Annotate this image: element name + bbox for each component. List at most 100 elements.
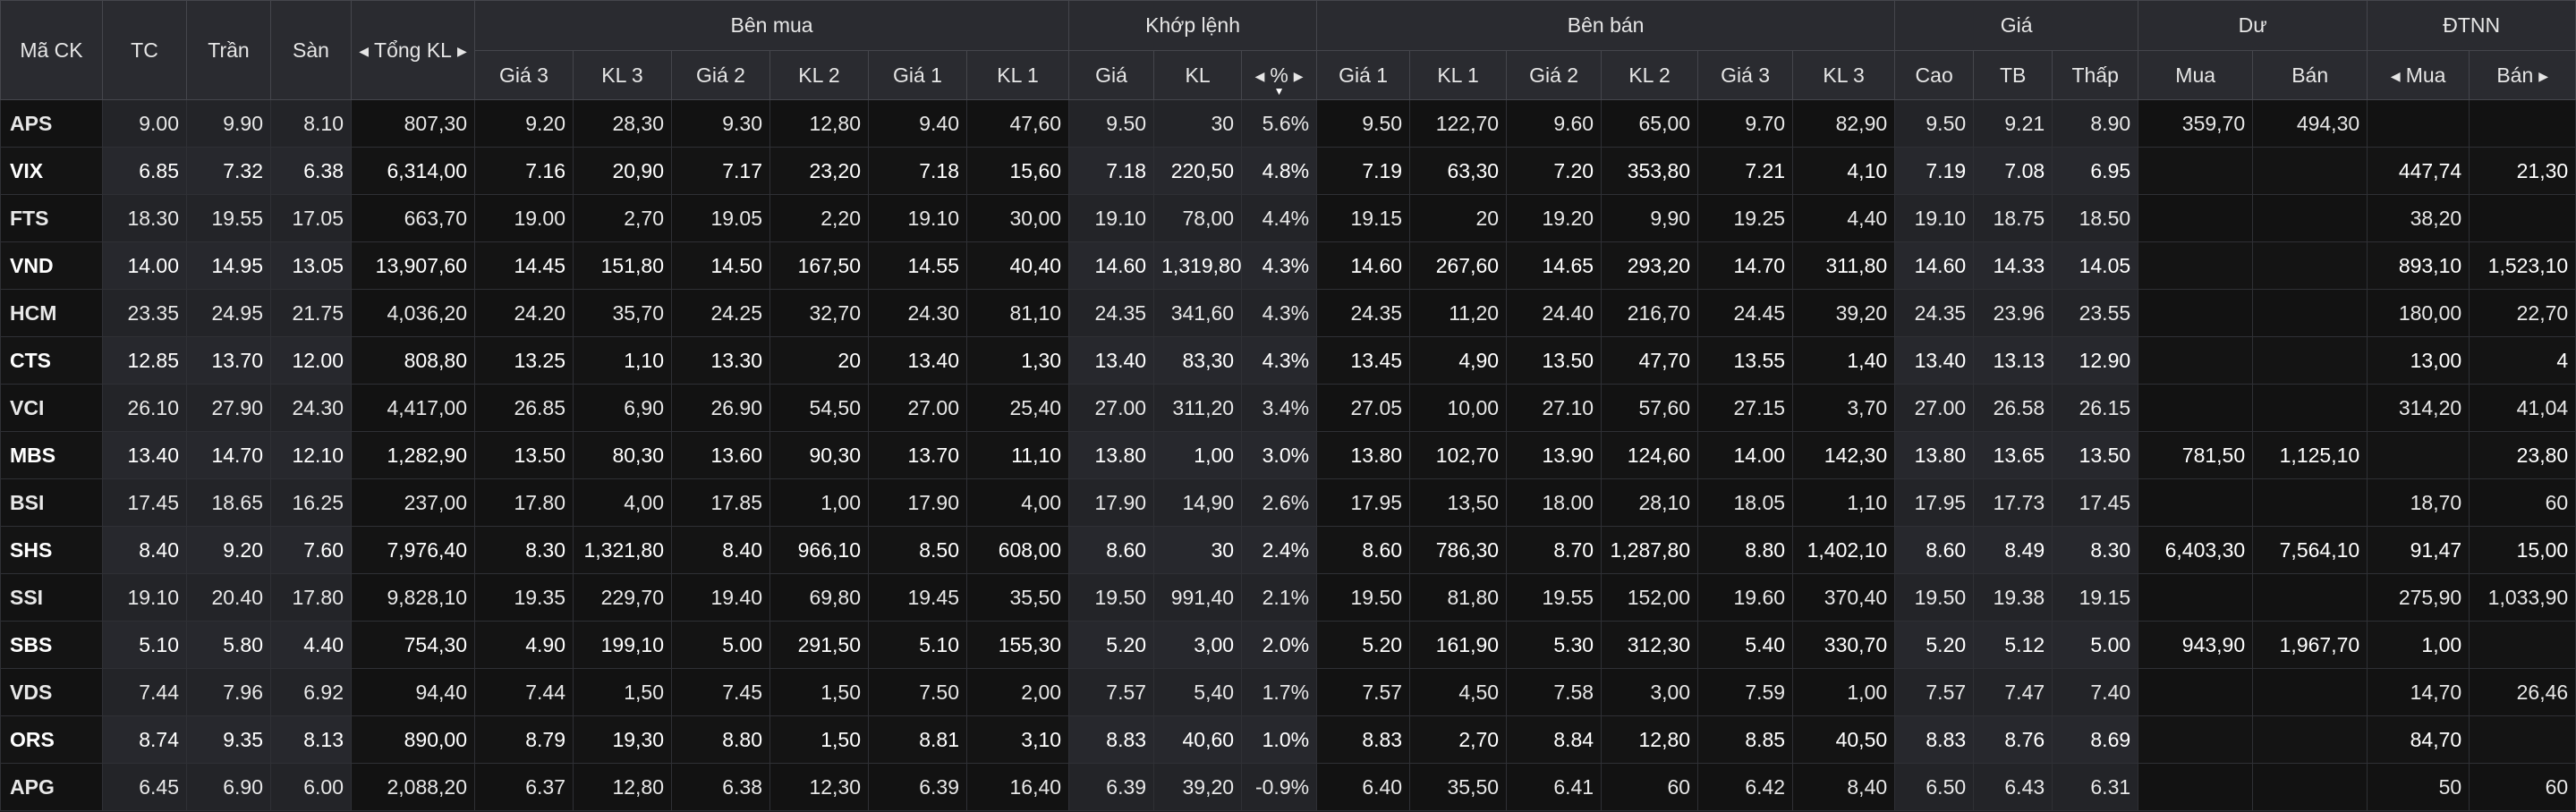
match-vol-cell: 78,00: [1153, 194, 1243, 242]
col-sell-vol-2[interactable]: KL 2: [1601, 50, 1699, 100]
table-row[interactable]: FTS 18.30 19.55 17.05 663,70 19.00 2,70 19.05 2,…: [0, 194, 2576, 242]
table-row[interactable]: MBS 13.40 14.70 12.10 1,282,90 13.50 80,30 13.6…: [0, 431, 2576, 479]
caret-left-icon[interactable]: ◀: [1255, 69, 1265, 84]
table-row[interactable]: ORS 8.74 9.35 8.13 890,00 8.79 19,30 8.80 1,50 8.…: [0, 715, 2576, 764]
residual-sell-cell: [2252, 194, 2368, 242]
foreign-buy-cell: 14,70: [2367, 668, 2470, 716]
high-price-cell: 14.60: [1894, 241, 1975, 290]
col-symbol[interactable]: Mã CK: [0, 0, 103, 100]
col-ref[interactable]: TC: [102, 0, 187, 100]
col-residual-sell[interactable]: Bán: [2252, 50, 2368, 100]
table-row[interactable]: VDS 7.44 7.96 6.92 94,40 7.44 1,50 7.45 1,50 7.50…: [0, 668, 2576, 716]
buy-price-1-cell: 14.55: [868, 241, 967, 290]
col-match-vol[interactable]: KL: [1153, 50, 1243, 100]
symbol-cell[interactable]: HCM: [0, 289, 103, 337]
low-price-cell: 8.30: [2052, 526, 2139, 574]
symbol-cell[interactable]: BSI: [0, 478, 103, 527]
table-row[interactable]: SSI 19.10 20.40 17.80 9,828,10 19.35 229,70 19.…: [0, 573, 2576, 622]
symbol-cell[interactable]: MBS: [0, 431, 103, 479]
high-price-cell: 8.60: [1894, 526, 1975, 574]
col-sell-price-3[interactable]: Giá 3: [1697, 50, 1794, 100]
table-row[interactable]: HCM 23.35 24.95 21.75 4,036,20 24.20 35,70 24.2…: [0, 289, 2576, 337]
sell-price-2-cell: 5.30: [1506, 621, 1603, 669]
buy-vol-1-cell: 15,60: [965, 147, 1070, 195]
col-foreign-sell[interactable]: Bán ▶: [2469, 50, 2576, 100]
col-ceiling[interactable]: Trần: [186, 0, 271, 100]
symbol-cell[interactable]: APG: [0, 763, 103, 811]
match-vol-cell: 3,00: [1153, 621, 1243, 669]
table-row[interactable]: VCI 26.10 27.90 24.30 4,417,00 26.85 6,90 26.90…: [0, 384, 2576, 432]
table-row[interactable]: APS 9.00 9.90 8.10 807,30 9.20 28,30 9.30 12,80 9…: [0, 99, 2576, 148]
buy-price-3-cell: 7.16: [474, 147, 574, 195]
symbol-cell[interactable]: SHS: [0, 526, 103, 574]
col-sell-price-1[interactable]: Giá 1: [1316, 50, 1411, 100]
symbol-cell[interactable]: VCI: [0, 384, 103, 432]
avg-price-cell: 8.49: [1973, 526, 2053, 574]
symbol-cell[interactable]: VIX: [0, 147, 103, 195]
col-match-price[interactable]: Giá: [1068, 50, 1155, 100]
floor-price-cell: 12.10: [270, 431, 352, 479]
buy-vol-3-cell: 19,30: [573, 715, 672, 764]
col-buy-vol-1[interactable]: KL 1: [965, 50, 1070, 100]
foreign-buy-cell: 893,10: [2367, 241, 2470, 290]
col-match-pct[interactable]: ◀% ▶ ▼: [1241, 50, 1318, 100]
buy-vol-1-cell: 40,40: [965, 241, 1070, 290]
symbol-cell[interactable]: CTS: [0, 336, 103, 385]
col-buy-vol-2[interactable]: KL 2: [769, 50, 869, 100]
col-foreign-buy[interactable]: ◀ Mua: [2367, 50, 2470, 100]
table-row[interactable]: SHS 8.40 9.20 7.60 7,976,40 8.30 1,321,80 8.40 9…: [0, 526, 2576, 574]
buy-price-1-cell: 7.18: [868, 147, 967, 195]
buy-price-1-cell: 27.00: [868, 384, 967, 432]
col-buy-price-1[interactable]: Giá 1: [868, 50, 967, 100]
header-row-groups: Mã CK TC Trần Sàn ◀ Tổng KL ▶ Bên mua Khớp…: [0, 0, 2576, 100]
foreign-sell-cell: 1,033,90: [2469, 573, 2576, 622]
col-sell-price-2[interactable]: Giá 2: [1506, 50, 1603, 100]
residual-buy-cell: [2138, 573, 2254, 622]
table-row[interactable]: BSI 17.45 18.65 16.25 237,00 17.80 4,00 17.85 1,…: [0, 478, 2576, 527]
col-sell-vol-3[interactable]: KL 3: [1792, 50, 1896, 100]
table-row[interactable]: APG 6.45 6.90 6.00 2,088,20 6.37 12,80 6.38 12,3…: [0, 763, 2576, 811]
sort-desc-icon[interactable]: ▼: [1274, 85, 1285, 97]
match-pct-cell: 4.3%: [1241, 289, 1318, 337]
buy-vol-2-cell: 291,50: [769, 621, 869, 669]
match-price-cell: 13.80: [1068, 431, 1155, 479]
table-row[interactable]: CTS 12.85 13.70 12.00 808,80 13.25 1,10 13.30 20…: [0, 336, 2576, 385]
sell-price-2-cell: 6.41: [1506, 763, 1603, 811]
floor-price-cell: 16.25: [270, 478, 352, 527]
caret-right-icon[interactable]: ▶: [2538, 69, 2548, 84]
table-row[interactable]: VND 14.00 14.95 13.05 13,907,60 14.45 151,80 14…: [0, 241, 2576, 290]
sell-vol-2-cell: 216,70: [1601, 289, 1699, 337]
col-low[interactable]: Thấp: [2052, 50, 2139, 100]
symbol-cell[interactable]: ORS: [0, 715, 103, 764]
col-buy-price-2[interactable]: Giá 2: [671, 50, 770, 100]
residual-sell-cell: [2252, 573, 2368, 622]
col-total-volume[interactable]: ◀ Tổng KL ▶: [351, 0, 475, 100]
col-residual-buy[interactable]: Mua: [2138, 50, 2254, 100]
col-avg[interactable]: TB: [1973, 50, 2053, 100]
col-sell-vol-1[interactable]: KL 1: [1409, 50, 1508, 100]
table-row[interactable]: VIX 6.85 7.32 6.38 6,314,00 7.16 20,90 7.17 23,2…: [0, 147, 2576, 195]
symbol-cell[interactable]: VND: [0, 241, 103, 290]
caret-left-icon[interactable]: ◀: [2391, 69, 2401, 84]
table-row[interactable]: SBS 5.10 5.80 4.40 754,30 4.90 199,10 5.00 291,5…: [0, 621, 2576, 669]
symbol-cell[interactable]: FTS: [0, 194, 103, 242]
symbol-cell[interactable]: APS: [0, 99, 103, 148]
caret-right-icon[interactable]: ▶: [1294, 69, 1304, 84]
caret-right-icon[interactable]: ▶: [457, 44, 467, 59]
col-buy-vol-3[interactable]: KL 3: [573, 50, 672, 100]
col-high[interactable]: Cao: [1894, 50, 1975, 100]
low-price-cell: 8.69: [2052, 715, 2139, 764]
buy-price-2-cell: 26.90: [671, 384, 770, 432]
floor-price-cell: 13.05: [270, 241, 352, 290]
col-buy-price-3[interactable]: Giá 3: [474, 50, 574, 100]
caret-left-icon[interactable]: ◀: [359, 44, 369, 59]
symbol-cell[interactable]: SSI: [0, 573, 103, 622]
col-floor[interactable]: Sàn: [270, 0, 352, 100]
avg-price-cell: 18.75: [1973, 194, 2053, 242]
sell-price-3-cell: 13.55: [1697, 336, 1794, 385]
symbol-cell[interactable]: SBS: [0, 621, 103, 669]
sell-price-1-cell: 14.60: [1316, 241, 1411, 290]
sell-price-3-cell: 5.40: [1697, 621, 1794, 669]
symbol-cell[interactable]: VDS: [0, 668, 103, 716]
residual-sell-cell: [2252, 147, 2368, 195]
